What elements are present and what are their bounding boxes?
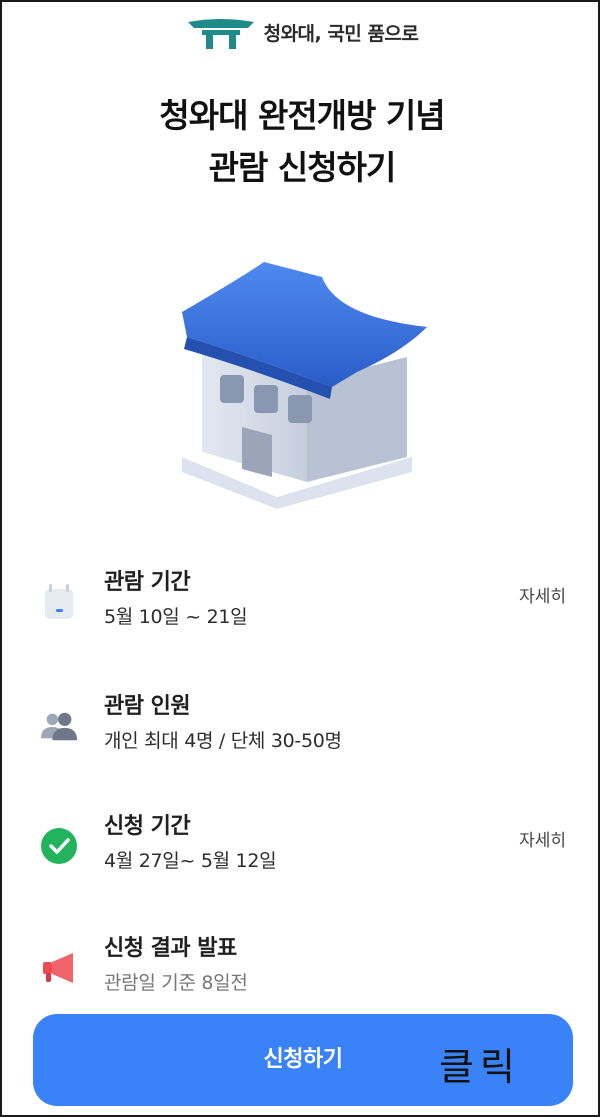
page-title-line2: 관람 신청하기 xyxy=(208,148,397,187)
details-link[interactable]: 자세히 xyxy=(519,826,566,851)
info-row-application: 신청 기간 4월 27일~ 5월 12일 자세히 xyxy=(2,808,600,888)
page-title: 청와대 완전개방 기념 관람 신청하기 xyxy=(2,90,600,194)
people-icon xyxy=(40,706,78,746)
app-screen: 청와대, 국민 품으로 청와대 완전개방 기념 관람 신청하기 관람 기간 5월… xyxy=(0,0,600,1117)
info-sub: 개인 최대 4명 / 단체 30-50명 xyxy=(104,730,342,752)
blue-house-roof-icon xyxy=(187,19,254,49)
blue-house-building-illustration xyxy=(182,262,427,509)
info-sub: 4월 27일~ 5월 12일 xyxy=(104,850,277,872)
megaphone-icon xyxy=(40,948,78,988)
brand-header: 청와대, 국민 품으로 xyxy=(2,14,600,50)
apply-button[interactable]: 신청하기 클릭 xyxy=(33,1014,573,1106)
info-title: 신청 기간 xyxy=(104,814,191,839)
info-row-period: 관람 기간 5월 10일 ~ 21일 자세히 xyxy=(2,564,600,644)
info-sub: 5월 10일 ~ 21일 xyxy=(104,606,248,628)
calendar-icon xyxy=(40,582,78,622)
info-title: 관람 기간 xyxy=(104,570,191,595)
check-circle-icon xyxy=(40,826,78,866)
info-sub: 관람일 기준 8일전 xyxy=(104,972,248,994)
info-title: 신청 결과 발표 xyxy=(104,936,237,961)
info-row-visitors: 관람 인원 개인 최대 4명 / 단체 30-50명 xyxy=(2,688,600,768)
click-annotation: 클릭 xyxy=(439,1045,521,1089)
details-link[interactable]: 자세히 xyxy=(519,582,566,607)
info-title: 관람 인원 xyxy=(104,694,191,719)
info-row-result: 신청 결과 발표 관람일 기준 8일전 xyxy=(2,930,600,1010)
brand-text: 청와대, 국민 품으로 xyxy=(263,22,419,45)
page-title-line1: 청와대 완전개방 기념 xyxy=(159,96,445,135)
